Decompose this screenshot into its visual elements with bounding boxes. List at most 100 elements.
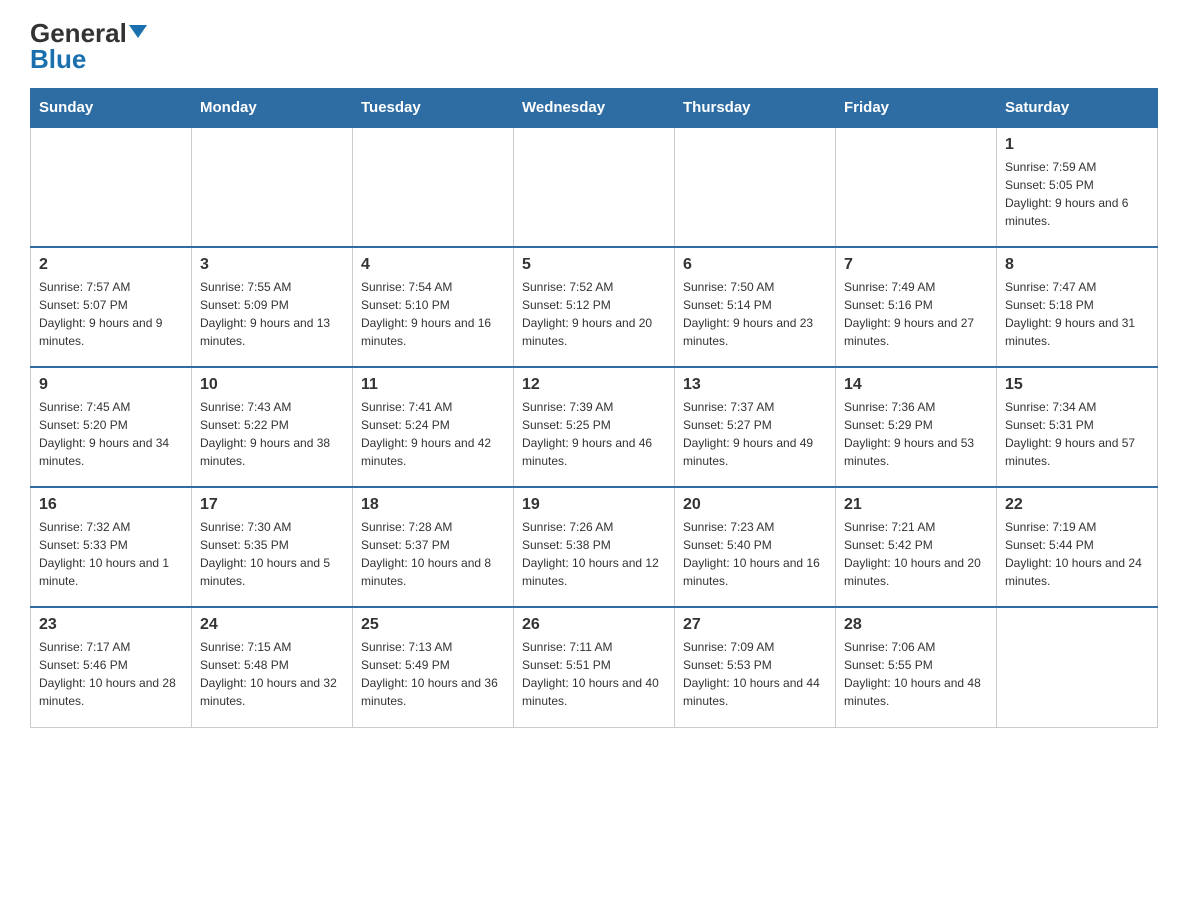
calendar-week-row: 16 Sunrise: 7:32 AM Sunset: 5:33 PM Dayli… <box>31 487 1158 607</box>
day-info: Sunrise: 7:39 AM Sunset: 5:25 PM Dayligh… <box>522 398 666 470</box>
day-info: Sunrise: 7:21 AM Sunset: 5:42 PM Dayligh… <box>844 518 988 590</box>
calendar-day-13: 13 Sunrise: 7:37 AM Sunset: 5:27 PM Dayli… <box>675 367 836 487</box>
weekday-header-tuesday: Tuesday <box>353 89 514 128</box>
header: GeneralBlue <box>30 20 1158 72</box>
day-info: Sunrise: 7:50 AM Sunset: 5:14 PM Dayligh… <box>683 278 827 350</box>
weekday-header-friday: Friday <box>836 89 997 128</box>
calendar-day-11: 11Sunrise: 7:41 AM Sunset: 5:24 PM Dayli… <box>353 367 514 487</box>
day-info: Sunrise: 7:49 AM Sunset: 5:16 PM Dayligh… <box>844 278 988 350</box>
calendar-day-28: 28 Sunrise: 7:06 AM Sunset: 5:55 PM Dayli… <box>836 607 997 727</box>
calendar-empty-cell <box>675 127 836 247</box>
logo-text: GeneralBlue <box>30 20 147 72</box>
calendar-day-21: 21Sunrise: 7:21 AM Sunset: 5:42 PM Dayli… <box>836 487 997 607</box>
calendar-day-10: 10 Sunrise: 7:43 AM Sunset: 5:22 PM Dayli… <box>192 367 353 487</box>
calendar-table: SundayMondayTuesdayWednesdayThursdayFrid… <box>30 88 1158 728</box>
day-info: Sunrise: 7:41 AM Sunset: 5:24 PM Dayligh… <box>361 398 505 470</box>
day-number: 18 <box>361 496 505 514</box>
day-info: Sunrise: 7:30 AM Sunset: 5:35 PM Dayligh… <box>200 518 344 590</box>
day-number: 20 <box>683 496 827 514</box>
day-info: Sunrise: 7:32 AM Sunset: 5:33 PM Dayligh… <box>39 518 183 590</box>
calendar-empty-cell <box>514 127 675 247</box>
calendar-header: SundayMondayTuesdayWednesdayThursdayFrid… <box>31 89 1158 128</box>
calendar-day-18: 18 Sunrise: 7:28 AM Sunset: 5:37 PM Dayli… <box>353 487 514 607</box>
day-info: Sunrise: 7:37 AM Sunset: 5:27 PM Dayligh… <box>683 398 827 470</box>
day-number: 22 <box>1005 496 1149 514</box>
calendar-day-7: 7Sunrise: 7:49 AM Sunset: 5:16 PM Daylig… <box>836 247 997 367</box>
day-number: 23 <box>39 616 183 634</box>
day-info: Sunrise: 7:59 AM Sunset: 5:05 PM Dayligh… <box>1005 158 1149 230</box>
weekday-header-sunday: Sunday <box>31 89 192 128</box>
day-info: Sunrise: 7:55 AM Sunset: 5:09 PM Dayligh… <box>200 278 344 350</box>
calendar-week-row: 9 Sunrise: 7:45 AM Sunset: 5:20 PM Daylig… <box>31 367 1158 487</box>
day-number: 9 <box>39 376 183 394</box>
calendar-empty-cell <box>836 127 997 247</box>
day-number: 12 <box>522 376 666 394</box>
calendar-day-9: 9 Sunrise: 7:45 AM Sunset: 5:20 PM Daylig… <box>31 367 192 487</box>
calendar-day-4: 4 Sunrise: 7:54 AM Sunset: 5:10 PM Daylig… <box>353 247 514 367</box>
weekday-header-row: SundayMondayTuesdayWednesdayThursdayFrid… <box>31 89 1158 128</box>
calendar-day-6: 6 Sunrise: 7:50 AM Sunset: 5:14 PM Daylig… <box>675 247 836 367</box>
logo-triangle-icon <box>129 25 147 38</box>
day-number: 1 <box>1005 136 1149 154</box>
day-number: 28 <box>844 616 988 634</box>
calendar-day-27: 27 Sunrise: 7:09 AM Sunset: 5:53 PM Dayli… <box>675 607 836 727</box>
calendar-empty-cell <box>31 127 192 247</box>
day-info: Sunrise: 7:15 AM Sunset: 5:48 PM Dayligh… <box>200 638 344 710</box>
calendar-day-23: 23 Sunrise: 7:17 AM Sunset: 5:46 PM Dayli… <box>31 607 192 727</box>
day-number: 16 <box>39 496 183 514</box>
calendar-day-24: 24 Sunrise: 7:15 AM Sunset: 5:48 PM Dayli… <box>192 607 353 727</box>
day-info: Sunrise: 7:09 AM Sunset: 5:53 PM Dayligh… <box>683 638 827 710</box>
day-info: Sunrise: 7:28 AM Sunset: 5:37 PM Dayligh… <box>361 518 505 590</box>
weekday-header-wednesday: Wednesday <box>514 89 675 128</box>
day-info: Sunrise: 7:45 AM Sunset: 5:20 PM Dayligh… <box>39 398 183 470</box>
day-number: 26 <box>522 616 666 634</box>
day-number: 13 <box>683 376 827 394</box>
calendar-body: 1 Sunrise: 7:59 AM Sunset: 5:05 PM Daylig… <box>31 127 1158 727</box>
calendar-day-2: 2 Sunrise: 7:57 AM Sunset: 5:07 PM Daylig… <box>31 247 192 367</box>
logo: GeneralBlue <box>30 20 147 72</box>
calendar-day-15: 15 Sunrise: 7:34 AM Sunset: 5:31 PM Dayli… <box>997 367 1158 487</box>
calendar-empty-cell <box>997 607 1158 727</box>
weekday-header-saturday: Saturday <box>997 89 1158 128</box>
calendar-day-20: 20 Sunrise: 7:23 AM Sunset: 5:40 PM Dayli… <box>675 487 836 607</box>
day-number: 6 <box>683 256 827 274</box>
calendar-day-25: 25 Sunrise: 7:13 AM Sunset: 5:49 PM Dayli… <box>353 607 514 727</box>
calendar-day-5: 5 Sunrise: 7:52 AM Sunset: 5:12 PM Daylig… <box>514 247 675 367</box>
weekday-header-monday: Monday <box>192 89 353 128</box>
calendar-day-22: 22 Sunrise: 7:19 AM Sunset: 5:44 PM Dayli… <box>997 487 1158 607</box>
day-info: Sunrise: 7:17 AM Sunset: 5:46 PM Dayligh… <box>39 638 183 710</box>
calendar-day-8: 8 Sunrise: 7:47 AM Sunset: 5:18 PM Daylig… <box>997 247 1158 367</box>
day-number: 8 <box>1005 256 1149 274</box>
day-info: Sunrise: 7:06 AM Sunset: 5:55 PM Dayligh… <box>844 638 988 710</box>
day-number: 24 <box>200 616 344 634</box>
calendar-day-3: 3 Sunrise: 7:55 AM Sunset: 5:09 PM Daylig… <box>192 247 353 367</box>
calendar-day-26: 26 Sunrise: 7:11 AM Sunset: 5:51 PM Dayli… <box>514 607 675 727</box>
day-info: Sunrise: 7:34 AM Sunset: 5:31 PM Dayligh… <box>1005 398 1149 470</box>
day-number: 10 <box>200 376 344 394</box>
day-info: Sunrise: 7:43 AM Sunset: 5:22 PM Dayligh… <box>200 398 344 470</box>
day-number: 4 <box>361 256 505 274</box>
day-info: Sunrise: 7:52 AM Sunset: 5:12 PM Dayligh… <box>522 278 666 350</box>
day-info: Sunrise: 7:23 AM Sunset: 5:40 PM Dayligh… <box>683 518 827 590</box>
day-number: 15 <box>1005 376 1149 394</box>
calendar-day-1: 1 Sunrise: 7:59 AM Sunset: 5:05 PM Daylig… <box>997 127 1158 247</box>
calendar-day-12: 12 Sunrise: 7:39 AM Sunset: 5:25 PM Dayli… <box>514 367 675 487</box>
day-number: 19 <box>522 496 666 514</box>
calendar-day-17: 17Sunrise: 7:30 AM Sunset: 5:35 PM Dayli… <box>192 487 353 607</box>
day-info: Sunrise: 7:57 AM Sunset: 5:07 PM Dayligh… <box>39 278 183 350</box>
day-info: Sunrise: 7:47 AM Sunset: 5:18 PM Dayligh… <box>1005 278 1149 350</box>
day-info: Sunrise: 7:19 AM Sunset: 5:44 PM Dayligh… <box>1005 518 1149 590</box>
day-number: 25 <box>361 616 505 634</box>
calendar-empty-cell <box>353 127 514 247</box>
calendar-week-row: 23 Sunrise: 7:17 AM Sunset: 5:46 PM Dayli… <box>31 607 1158 727</box>
day-info: Sunrise: 7:13 AM Sunset: 5:49 PM Dayligh… <box>361 638 505 710</box>
weekday-header-thursday: Thursday <box>675 89 836 128</box>
day-number: 27 <box>683 616 827 634</box>
day-info: Sunrise: 7:36 AM Sunset: 5:29 PM Dayligh… <box>844 398 988 470</box>
day-number: 5 <box>522 256 666 274</box>
day-number: 2 <box>39 256 183 274</box>
day-number: 3 <box>200 256 344 274</box>
day-info: Sunrise: 7:54 AM Sunset: 5:10 PM Dayligh… <box>361 278 505 350</box>
day-info: Sunrise: 7:11 AM Sunset: 5:51 PM Dayligh… <box>522 638 666 710</box>
calendar-day-19: 19Sunrise: 7:26 AM Sunset: 5:38 PM Dayli… <box>514 487 675 607</box>
